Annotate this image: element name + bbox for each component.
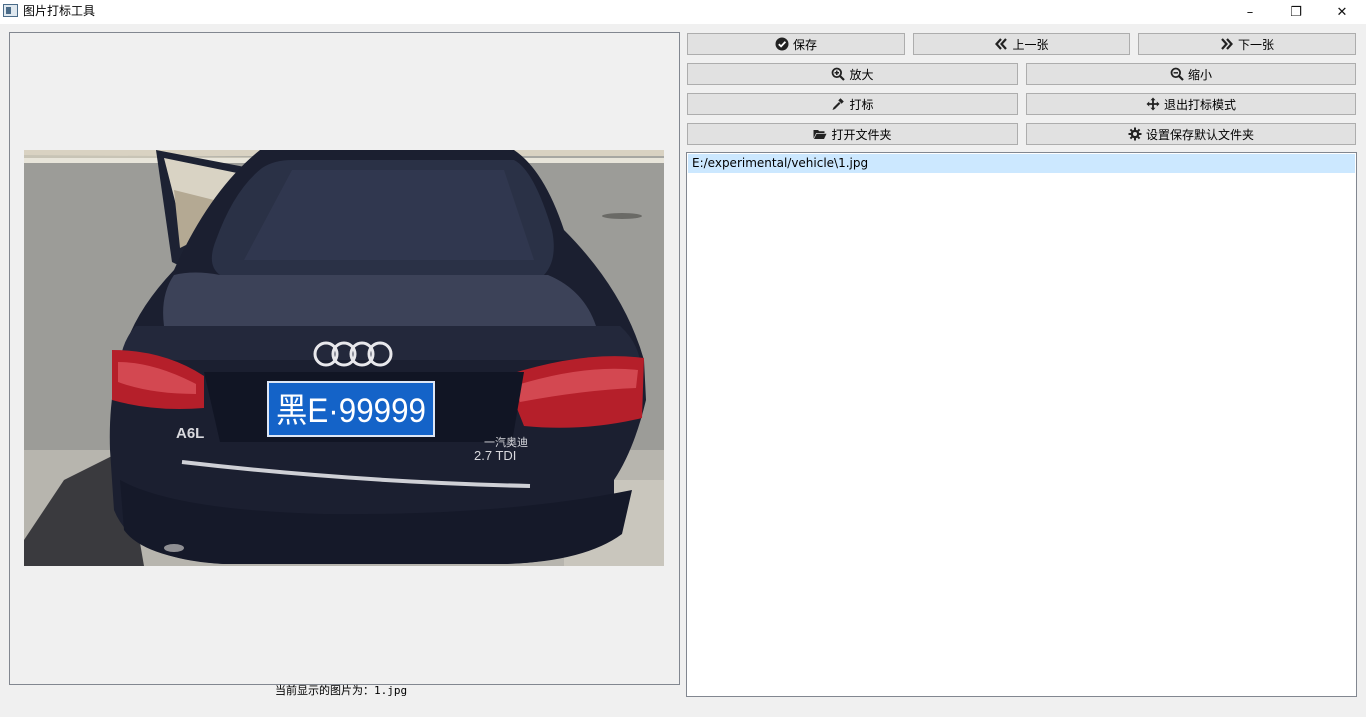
set-default-folder-button[interactable]: 设置保存默认文件夹 [1026, 123, 1356, 145]
open-folder-label: 打开文件夹 [831, 127, 892, 142]
angle-double-left-icon [994, 37, 1008, 51]
brand-badge: 一汽奥迪 [484, 435, 528, 449]
current-image-filename: 1.jpg [374, 684, 408, 697]
zoom-out-label: 缩小 [1187, 67, 1212, 82]
close-icon: ✕ [1336, 4, 1348, 20]
model-badge: A6L [176, 425, 204, 442]
window-title: 图片打标工具 [23, 4, 96, 18]
close-button[interactable]: ✕ [1319, 0, 1365, 24]
current-image-prefix: 当前显示的图片为： [275, 684, 374, 697]
prev-image-button[interactable]: 上一张 [913, 33, 1130, 55]
check-circle-icon [775, 37, 789, 51]
restore-icon: ❐ [1290, 4, 1302, 20]
engine-badge: 2.7 TDI [474, 448, 516, 463]
app-icon [3, 4, 18, 17]
next-image-button[interactable]: 下一张 [1138, 33, 1356, 55]
next-image-label: 下一张 [1237, 37, 1274, 52]
zoom-in-icon [831, 67, 846, 81]
zoom-out-icon [1170, 67, 1184, 81]
title-bar: 图片打标工具 – ❐ ✕ [0, 0, 1366, 24]
arrows-move-icon [1146, 97, 1160, 111]
minimize-icon: – [1246, 4, 1254, 20]
folder-open-icon [813, 127, 827, 141]
zoom-out-button[interactable]: 缩小 [1026, 63, 1356, 85]
car-photo-graphic: 黑E·99999 A6L 一汽奥迪 2.7 TDI [24, 150, 664, 566]
save-button[interactable]: 保存 [687, 33, 905, 55]
angle-double-right-icon [1220, 37, 1234, 51]
eyedropper-icon [831, 97, 845, 111]
save-label: 保存 [792, 37, 817, 52]
exit-annotate-label: 退出打标模式 [1163, 97, 1236, 112]
zoom-in-button[interactable]: 放大 [687, 63, 1018, 85]
set-default-folder-label: 设置保存默认文件夹 [1145, 127, 1254, 142]
annotate-button[interactable]: 打标 [687, 93, 1018, 115]
prev-image-label: 上一张 [1012, 37, 1049, 52]
file-list[interactable]: E:/experimental/vehicle\1.jpg [686, 152, 1357, 697]
restore-button[interactable]: ❐ [1273, 0, 1319, 24]
car-photo[interactable]: 黑E·99999 A6L 一汽奥迪 2.7 TDI [24, 150, 664, 566]
image-view-panel[interactable]: 黑E·99999 A6L 一汽奥迪 2.7 TDI [9, 32, 680, 685]
exit-annotate-button[interactable]: 退出打标模式 [1026, 93, 1356, 115]
open-folder-button[interactable]: 打开文件夹 [687, 123, 1018, 145]
annotate-label: 打标 [849, 97, 874, 112]
minimize-button[interactable]: – [1227, 0, 1273, 24]
current-image-label: 当前显示的图片为：1.jpg [275, 684, 407, 698]
license-plate-text: 黑E·99999 [276, 392, 426, 430]
list-item[interactable]: E:/experimental/vehicle\1.jpg [688, 154, 1355, 173]
zoom-in-label: 放大 [849, 67, 874, 82]
gear-icon [1128, 127, 1142, 141]
